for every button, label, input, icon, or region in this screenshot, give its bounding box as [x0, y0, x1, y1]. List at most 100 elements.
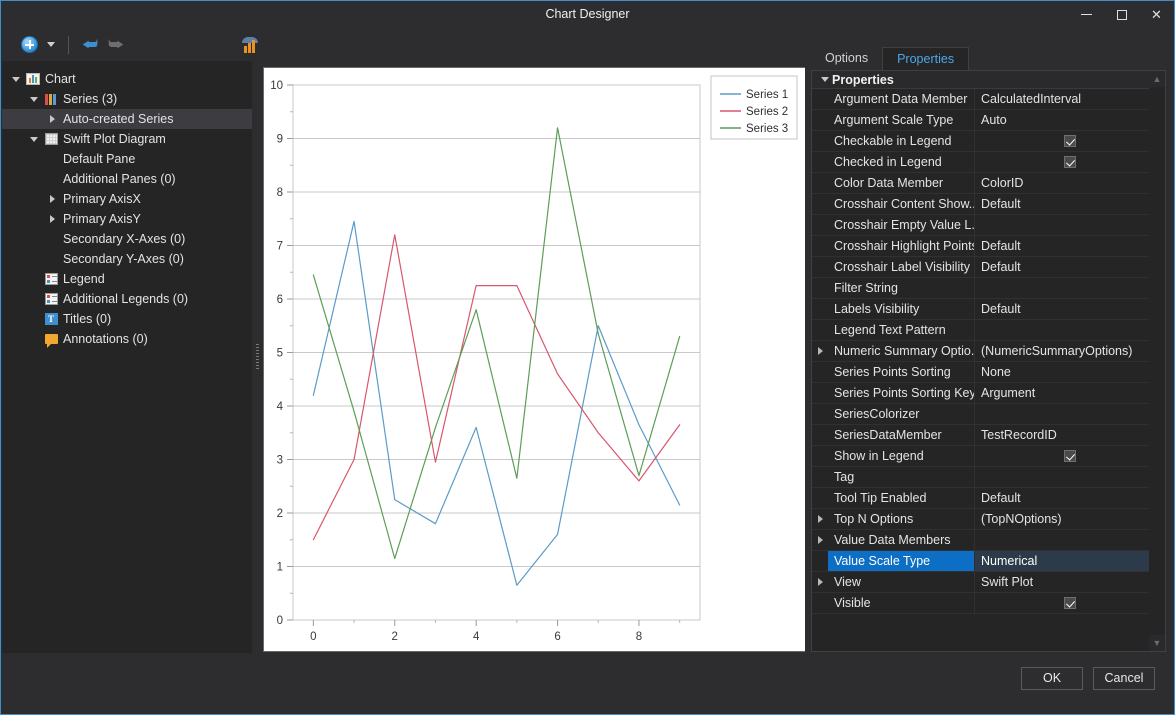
expand-triangle-icon[interactable]: [8, 76, 24, 82]
property-row[interactable]: Labels Visibility Default: [812, 299, 1165, 320]
add-button[interactable]: [16, 32, 42, 58]
property-row[interactable]: Legend Text Pattern: [812, 320, 1165, 341]
close-button[interactable]: ✕: [1139, 1, 1174, 28]
property-value[interactable]: [975, 530, 1165, 550]
tab-options[interactable]: Options: [811, 47, 883, 70]
property-row[interactable]: Argument Scale Type Auto: [812, 110, 1165, 131]
property-value[interactable]: Numerical: [975, 551, 1165, 571]
property-row[interactable]: Crosshair Highlight Points Default: [812, 236, 1165, 257]
property-value[interactable]: [975, 467, 1165, 487]
property-value[interactable]: [975, 215, 1165, 235]
property-value[interactable]: [975, 131, 1165, 151]
property-value[interactable]: (NumericSummaryOptions): [975, 341, 1165, 361]
property-value[interactable]: CalculatedInterval: [975, 89, 1165, 109]
property-row[interactable]: Numeric Summary Optio... (NumericSummaryO…: [812, 341, 1165, 362]
property-value[interactable]: Argument: [975, 383, 1165, 403]
tree-item-titles-0[interactable]: T Titles (0): [2, 309, 252, 329]
scroll-down-button[interactable]: ▼: [1149, 635, 1165, 651]
tree-item-primary-axisy[interactable]: Primary AxisY: [2, 209, 252, 229]
checkmark-icon[interactable]: [1064, 156, 1076, 168]
expand-triangle-icon[interactable]: [812, 530, 828, 550]
property-row[interactable]: Series Points Sorting Key Argument: [812, 383, 1165, 404]
property-value[interactable]: [975, 152, 1165, 172]
expand-triangle-icon[interactable]: [812, 341, 828, 361]
property-value[interactable]: Auto: [975, 110, 1165, 130]
minimize-button[interactable]: [1069, 1, 1104, 28]
tree-item-additional-legends-0[interactable]: Additional Legends (0): [2, 289, 252, 309]
checkmark-icon[interactable]: [1064, 450, 1076, 462]
tab-properties[interactable]: Properties: [882, 47, 970, 70]
property-value[interactable]: None: [975, 362, 1165, 382]
collapse-triangle-icon[interactable]: [44, 115, 60, 123]
property-row[interactable]: Color Data Member ColorID: [812, 173, 1165, 194]
collapse-triangle-icon[interactable]: [44, 195, 60, 203]
collapse-triangle-icon[interactable]: [44, 215, 60, 223]
properties-group-header[interactable]: Properties: [812, 71, 1165, 89]
expand-triangle-icon[interactable]: [26, 136, 42, 142]
tree-item-series-3[interactable]: Series (3): [2, 89, 252, 109]
property-row[interactable]: SeriesDataMember TestRecordID: [812, 425, 1165, 446]
properties-tabs[interactable]: Options Properties: [805, 45, 1173, 70]
property-row[interactable]: SeriesColorizer: [812, 404, 1165, 425]
property-row[interactable]: Show in Legend: [812, 446, 1165, 467]
maximize-button[interactable]: [1104, 1, 1139, 28]
property-value[interactable]: [975, 593, 1165, 613]
property-value[interactable]: Default: [975, 257, 1165, 277]
checkmark-icon[interactable]: [1064, 135, 1076, 147]
cancel-button[interactable]: Cancel: [1093, 667, 1155, 690]
property-row[interactable]: Series Points Sorting None: [812, 362, 1165, 383]
panel-splitter[interactable]: [252, 61, 262, 653]
property-value[interactable]: [975, 278, 1165, 298]
properties-scrollbar[interactable]: ▲ ▼: [1149, 71, 1165, 651]
tree-item-primary-axisx[interactable]: Primary AxisX: [2, 189, 252, 209]
redo-button[interactable]: ⮩: [103, 32, 129, 58]
property-row[interactable]: Checkable in Legend: [812, 131, 1165, 152]
tree-item-auto-created-series[interactable]: Auto-created Series: [2, 109, 252, 129]
chart-wizard-button[interactable]: [237, 32, 263, 58]
property-value[interactable]: Swift Plot: [975, 572, 1165, 592]
ok-button[interactable]: OK: [1021, 667, 1083, 690]
property-row[interactable]: Filter String: [812, 278, 1165, 299]
property-value[interactable]: [975, 446, 1165, 466]
expand-triangle-icon[interactable]: [26, 96, 42, 102]
property-row[interactable]: Visible: [812, 593, 1165, 614]
tree-item-default-pane[interactable]: Default Pane: [2, 149, 252, 169]
property-value[interactable]: (TopNOptions): [975, 509, 1165, 529]
property-row-list[interactable]: Argument Data Member CalculatedInterval Ar…: [812, 89, 1165, 614]
undo-button[interactable]: ⮨: [77, 32, 103, 58]
tree-item-secondary-x-axes-0[interactable]: Secondary X-Axes (0): [2, 229, 252, 249]
chart-element-tree[interactable]: Chart Series (3) Auto-created Series Swift …: [2, 61, 252, 349]
property-value[interactable]: Default: [975, 488, 1165, 508]
property-value[interactable]: [975, 404, 1165, 424]
property-value[interactable]: TestRecordID: [975, 425, 1165, 445]
add-dropdown-button[interactable]: [42, 32, 60, 58]
tree-item-additional-panes-0[interactable]: Additional Panes (0): [2, 169, 252, 189]
property-value[interactable]: ColorID: [975, 173, 1165, 193]
property-value[interactable]: Default: [975, 299, 1165, 319]
property-row[interactable]: Crosshair Content Show... Default: [812, 194, 1165, 215]
tree-item-secondary-y-axes-0[interactable]: Secondary Y-Axes (0): [2, 249, 252, 269]
property-row[interactable]: Tool Tip Enabled Default: [812, 488, 1165, 509]
expand-triangle-icon[interactable]: [812, 509, 828, 529]
scroll-up-button[interactable]: ▲: [1149, 71, 1165, 87]
property-value[interactable]: Default: [975, 236, 1165, 256]
property-value[interactable]: Default: [975, 194, 1165, 214]
checkmark-icon[interactable]: [1064, 597, 1076, 609]
collapse-triangle-icon[interactable]: [818, 77, 832, 82]
property-row[interactable]: Checked in Legend: [812, 152, 1165, 173]
tree-item-swift-plot-diagram[interactable]: Swift Plot Diagram: [2, 129, 252, 149]
property-row[interactable]: Crosshair Empty Value L...: [812, 215, 1165, 236]
property-row[interactable]: Top N Options (TopNOptions): [812, 509, 1165, 530]
property-row[interactable]: View Swift Plot: [812, 572, 1165, 593]
tree-item-annotations-0[interactable]: Annotations (0): [2, 329, 252, 349]
property-row[interactable]: Value Data Members: [812, 530, 1165, 551]
property-row[interactable]: Argument Data Member CalculatedInterval: [812, 89, 1165, 110]
chart-legend[interactable]: Series 1 Series 2 Series 3: [710, 75, 798, 140]
property-row[interactable]: Crosshair Label Visibility Default: [812, 257, 1165, 278]
tree-item-chart[interactable]: Chart: [2, 69, 252, 89]
property-row[interactable]: Value Scale Type Numerical: [812, 551, 1165, 572]
property-row[interactable]: Tag: [812, 467, 1165, 488]
tree-item-legend[interactable]: Legend: [2, 269, 252, 289]
property-value[interactable]: [975, 320, 1165, 340]
expand-triangle-icon[interactable]: [812, 572, 828, 592]
